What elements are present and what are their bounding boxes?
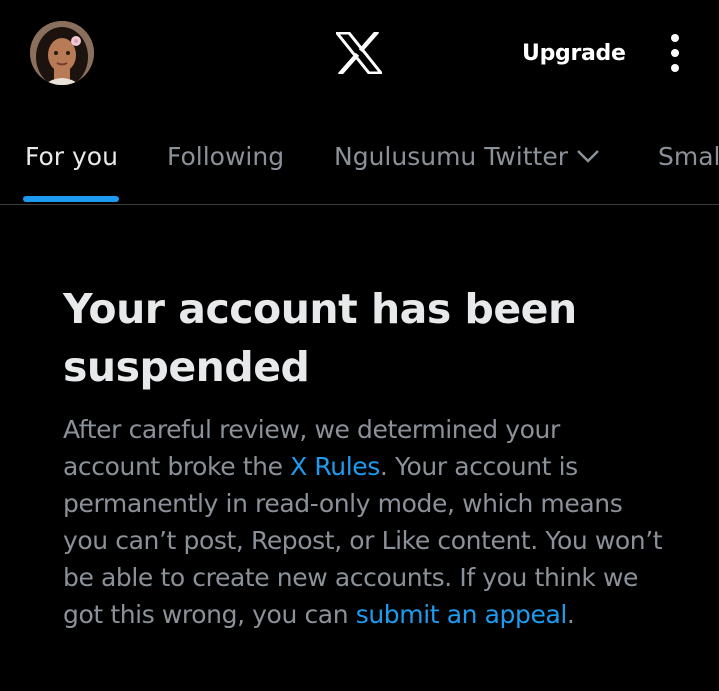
user-avatar-icon bbox=[30, 21, 94, 85]
tab-following[interactable]: Following bbox=[167, 140, 284, 174]
more-vertical-icon[interactable] bbox=[660, 30, 690, 76]
upgrade-button[interactable]: Upgrade bbox=[510, 36, 638, 72]
avatar[interactable] bbox=[30, 21, 94, 85]
top-bar: Upgrade bbox=[0, 0, 719, 110]
x-logo-icon[interactable] bbox=[333, 29, 385, 77]
active-tab-indicator bbox=[23, 196, 119, 202]
suspension-notice: Your account has been suspended After ca… bbox=[63, 280, 663, 633]
tab-smal[interactable]: Smal bbox=[658, 140, 719, 174]
tab-ngulusumu-twitter[interactable]: Ngulusumu Twitter bbox=[334, 140, 600, 174]
notice-body: After careful review, we determined your… bbox=[63, 411, 663, 633]
x-rules-link[interactable]: X Rules bbox=[290, 452, 380, 481]
notice-title: Your account has been suspended bbox=[63, 285, 577, 391]
chevron-down-icon bbox=[577, 150, 599, 163]
notice-body-text-3: . bbox=[566, 600, 575, 629]
tab-ngulusumu-twitter-label: Ngulusumu Twitter bbox=[334, 142, 569, 171]
submit-appeal-link[interactable]: submit an appeal bbox=[356, 600, 568, 629]
tab-for-you[interactable]: For you bbox=[25, 140, 118, 174]
timeline-tabs: For you Following Ngulusumu Twitter Smal bbox=[0, 118, 719, 205]
